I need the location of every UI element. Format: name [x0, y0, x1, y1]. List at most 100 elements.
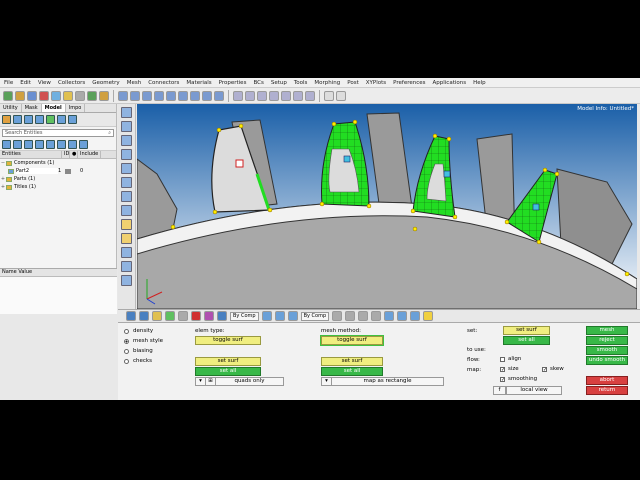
import-icon[interactable]	[27, 90, 37, 101]
hand-icon[interactable]	[269, 90, 279, 101]
menu-edit[interactable]: Edit	[20, 80, 31, 86]
checkbox-box[interactable]: ✓	[500, 366, 505, 372]
export-icon[interactable]	[39, 90, 49, 101]
mesh-method-toggle-surf-button[interactable]: toggle surf	[320, 335, 384, 346]
menu-properties[interactable]: Properties	[219, 80, 247, 86]
check-icon[interactable]	[121, 275, 132, 286]
menu-materials[interactable]: Materials	[186, 80, 211, 86]
collapse-icon[interactable]	[13, 140, 22, 149]
feature-icon[interactable]	[121, 219, 132, 230]
expand-icon[interactable]	[2, 140, 11, 149]
align-checkbox[interactable]: align	[500, 356, 521, 362]
checks-radio[interactable]: checks	[124, 358, 152, 364]
color-header[interactable]: ●	[70, 151, 78, 158]
model-icon[interactable]	[51, 90, 61, 101]
mesh-handle[interactable]	[532, 203, 540, 211]
zoom-in-icon[interactable]	[245, 90, 255, 101]
save-icon[interactable]	[15, 90, 25, 101]
delete-icon[interactable]	[191, 311, 201, 321]
zoom-window-icon[interactable]	[233, 90, 243, 101]
material-icon[interactable]	[24, 115, 33, 124]
view-front-icon[interactable]	[190, 90, 200, 101]
view-icon[interactable]	[126, 311, 136, 321]
folder-icon[interactable]	[63, 90, 73, 101]
user-icon[interactable]	[87, 90, 97, 101]
color-mode-dropdown[interactable]: By Comp	[230, 311, 259, 321]
checkbox-box[interactable]	[500, 356, 505, 362]
rotate-icon[interactable]	[142, 90, 152, 101]
reject-button[interactable]: reject	[586, 336, 628, 345]
star-icon[interactable]	[423, 311, 434, 321]
menu-connectors[interactable]: Connectors	[148, 80, 179, 86]
wireframe-icon[interactable]	[121, 191, 132, 202]
normals-icon[interactable]	[397, 311, 408, 321]
menu-setup[interactable]: Setup	[271, 80, 287, 86]
map-as-rectangle-selector[interactable]: ▾ map as rectangle	[321, 377, 444, 386]
tab-utility[interactable]: Utility	[0, 104, 22, 112]
menu-morphing[interactable]: Morphing	[314, 80, 340, 86]
local-view-button[interactable]: local view	[506, 386, 562, 395]
screen-icon[interactable]	[410, 311, 421, 321]
wire-elements-icon[interactable]	[345, 311, 356, 321]
elem-type-toggle-surf-button[interactable]: toggle surf	[195, 336, 261, 345]
auto-icon[interactable]	[121, 233, 132, 244]
undo-smooth-button[interactable]: undo smooth	[586, 356, 628, 365]
color-icon[interactable]	[68, 140, 77, 149]
view-axis-icon[interactable]	[214, 90, 224, 101]
normals-icon[interactable]	[121, 247, 132, 258]
search-entities-input[interactable]: Search Entities ⌕	[2, 129, 114, 137]
mesh-icon[interactable]	[121, 107, 132, 118]
f-button[interactable]: f	[493, 386, 506, 395]
solid-icon[interactable]	[121, 163, 132, 174]
menu-bcs[interactable]: BCs	[253, 80, 263, 86]
edge-display-icon[interactable]	[287, 311, 298, 321]
dropdown-arrow-icon[interactable]: ▾	[322, 378, 332, 385]
tree-row-parts[interactable]: + Parts (1)	[0, 175, 116, 183]
skew-checkbox[interactable]: ✓ skew	[542, 366, 564, 372]
isolate-icon[interactable]	[46, 140, 55, 149]
size-checkbox[interactable]: ✓ size	[500, 366, 519, 372]
settings-icon[interactable]	[75, 90, 85, 101]
density-radio[interactable]: density	[124, 328, 153, 334]
menu-view[interactable]: View	[38, 80, 51, 86]
show-icon[interactable]	[24, 140, 33, 149]
color-swatch[interactable]	[65, 168, 71, 174]
mesh-handle[interactable]	[235, 159, 244, 168]
zoom-out-icon[interactable]	[257, 90, 267, 101]
mesh-button[interactable]: mesh	[586, 326, 628, 335]
element-icon[interactable]	[121, 121, 132, 132]
assembly-icon[interactable]	[13, 115, 22, 124]
spin-icon[interactable]	[293, 90, 303, 101]
undo-icon[interactable]	[324, 90, 334, 101]
pan-icon[interactable]	[130, 90, 140, 101]
checkbox-box[interactable]: ✓	[542, 366, 547, 372]
radio-dot[interactable]	[124, 358, 129, 364]
menu-help[interactable]: Help	[473, 80, 486, 86]
elem-type-set-all-button[interactable]: set all	[195, 367, 261, 376]
include-header[interactable]: Include	[78, 151, 102, 158]
mesh-handle[interactable]	[343, 155, 351, 163]
element-icon[interactable]	[165, 311, 175, 321]
system-icon[interactable]	[57, 115, 66, 124]
menu-applications[interactable]: Applications	[433, 80, 467, 86]
numbers-icon[interactable]	[121, 205, 132, 216]
menu-preferences[interactable]: Preferences	[393, 80, 425, 86]
dropdown-arrow-icon[interactable]: ▾	[196, 378, 206, 385]
radio-dot[interactable]	[124, 328, 129, 334]
checkbox-box[interactable]: ✓	[500, 376, 505, 382]
tree-row-titles[interactable]: + Titles (1)	[0, 183, 116, 191]
entities-header[interactable]: Entities	[0, 151, 62, 158]
return-button[interactable]: return	[586, 386, 628, 395]
transparent-icon[interactable]	[371, 311, 382, 321]
shaded-elements-icon[interactable]	[332, 311, 343, 321]
menu-xyplots[interactable]: XYPlots	[366, 80, 386, 86]
filter-icon[interactable]	[57, 140, 66, 149]
mask-icon[interactable]	[178, 311, 188, 321]
view-iso-icon[interactable]	[166, 90, 176, 101]
search-icon[interactable]: ⌕	[108, 130, 111, 136]
id-header[interactable]: ID	[62, 151, 70, 158]
element-color-dropdown[interactable]: By Comp	[300, 311, 330, 321]
set-surf-button[interactable]: set surf	[503, 326, 550, 335]
surface-display-icon[interactable]	[274, 311, 285, 321]
reverse-icon[interactable]	[217, 311, 227, 321]
